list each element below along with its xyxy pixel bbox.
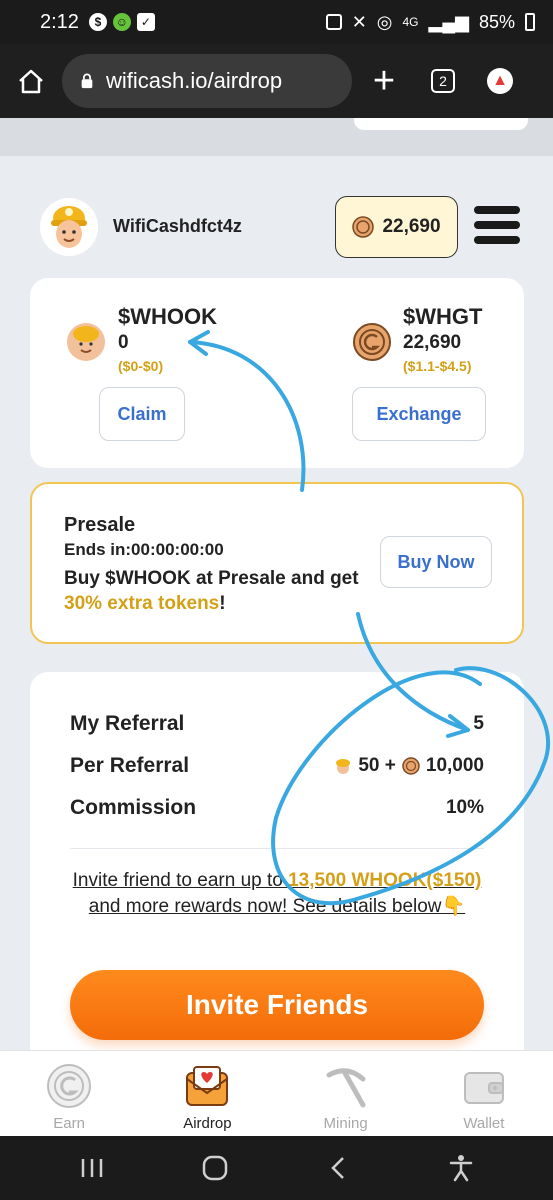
- whgt-token: $WHGT 22,690 ($1.1-$4.5): [403, 304, 482, 374]
- invite-reward: 13,500 WHOOK($150): [288, 870, 482, 891]
- network-type: 4G: [402, 15, 419, 29]
- home-system-button[interactable]: [195, 1148, 235, 1188]
- coin-icon: [352, 216, 375, 238]
- nav-earn[interactable]: Earn: [0, 1051, 138, 1136]
- tab-switcher-button[interactable]: 2: [416, 44, 470, 118]
- whgt-name: $WHGT: [403, 304, 483, 329]
- username: WifiCashdfct4z: [113, 216, 242, 236]
- per-referral-label: Per Referral: [70, 754, 190, 777]
- new-tab-button[interactable]: +: [352, 44, 416, 118]
- nav-wallet-label: Wallet: [463, 1115, 505, 1132]
- coin-g-icon: [47, 1064, 92, 1108]
- accessibility-button[interactable]: [441, 1148, 481, 1188]
- hotspot-icon: ◎: [376, 11, 393, 32]
- claim-button[interactable]: Claim: [99, 387, 185, 441]
- battery-icon: [525, 13, 535, 31]
- game-notification-icon: ☺: [112, 13, 131, 31]
- home-icon: [19, 69, 43, 94]
- per-referral-row: Per Referral 50 + 10,000: [70, 754, 484, 778]
- battery-percent: 85%: [478, 11, 515, 32]
- back-button[interactable]: [318, 1148, 358, 1188]
- bottom-nav: Earn Airdrop Mining Wallet: [0, 1050, 553, 1136]
- tab-count: 2: [431, 69, 455, 93]
- page-content: WifiCashdfct4z 22,690 $WHOOK 0 ($0-$0) $…: [0, 118, 553, 1050]
- buy-now-button[interactable]: Buy Now: [380, 536, 492, 588]
- hamburger-icon: [474, 206, 520, 214]
- status-bar: 2:12 $ ☺ ✓ ✕ ◎ 4G ▂▄▆ 85%: [0, 0, 553, 44]
- my-referral-row: My Referral 5: [70, 712, 484, 736]
- referral-card: My Referral 5 Per Referral 50 + 10,000 C…: [30, 672, 524, 1050]
- whgt-token-icon: [353, 323, 391, 361]
- update-arrow-icon: ▲: [487, 68, 513, 94]
- plus-icon: +: [372, 59, 396, 102]
- nav-mining-label: Mining: [323, 1115, 368, 1132]
- presale-card: Presale Ends in:00:00:00:00 Buy $WHOOK a…: [30, 482, 524, 644]
- wallet-icon: [463, 1072, 504, 1104]
- mute-icon: ✕: [351, 11, 367, 32]
- address-bar[interactable]: wificash.io/airdrop: [62, 54, 352, 108]
- menu-button[interactable]: [474, 206, 520, 244]
- balance-badge[interactable]: 22,690: [335, 196, 458, 258]
- nav-airdrop-label: Airdrop: [183, 1115, 232, 1132]
- status-time: 2:12: [40, 10, 79, 33]
- pickaxe-icon: [326, 1068, 366, 1108]
- my-referral-label: My Referral: [70, 712, 185, 735]
- whook-range: ($0-$0): [118, 358, 164, 374]
- back-chevron-icon: [331, 1157, 345, 1179]
- whook-name: $WHOOK: [118, 304, 217, 329]
- browser-toolbar: wificash.io/airdrop + 2 ▲: [0, 44, 553, 118]
- whgt-value: 22,690: [403, 332, 462, 353]
- my-referral-value: 5: [473, 713, 484, 734]
- nav-earn-label: Earn: [53, 1115, 85, 1132]
- envelope-heart-icon: [186, 1066, 229, 1106]
- system-nav-bar: [0, 1136, 553, 1200]
- recent-apps-icon: [81, 1159, 102, 1177]
- home-button[interactable]: [0, 44, 62, 118]
- presale-description: Buy $WHOOK at Presale and get 30% extra …: [64, 568, 359, 614]
- coin-icon: [402, 757, 420, 775]
- miner-avatar-icon: [51, 206, 87, 248]
- nav-airdrop[interactable]: Airdrop: [138, 1051, 276, 1136]
- app-notification-icon: $: [88, 13, 107, 31]
- commission-value: 10%: [445, 797, 484, 818]
- per-referral-whgt: 10,000: [425, 755, 484, 776]
- invite-description[interactable]: Invite friend to earn up to 13,500 WHOOK…: [70, 868, 484, 920]
- presale-bonus: 30% extra tokens: [64, 593, 220, 614]
- lock-status-icon: [325, 14, 342, 30]
- presale-title: Presale: [64, 514, 136, 536]
- point-down-icon: 👇: [441, 896, 466, 917]
- nav-mining[interactable]: Mining: [277, 1051, 415, 1136]
- per-referral-value: 50 + 10,000: [334, 755, 484, 777]
- per-referral-whook: 50 +: [358, 755, 396, 776]
- commission-label: Commission: [70, 796, 197, 819]
- recent-apps-button[interactable]: [72, 1148, 112, 1188]
- token-card: $WHOOK 0 ($0-$0) $WHGT 22,690 ($1.1-$4.5…: [30, 278, 524, 468]
- balance-value: 22,690: [382, 216, 441, 237]
- url-text: wificash.io/airdrop: [106, 68, 283, 93]
- signal-icon: ▂▄▆: [428, 11, 469, 32]
- check-notification-icon: ✓: [136, 13, 155, 31]
- avatar[interactable]: [40, 198, 98, 256]
- top-strip: [0, 118, 553, 156]
- divider: [70, 848, 484, 849]
- whook-token-icon: [67, 323, 105, 361]
- miner-icon: [336, 759, 351, 774]
- update-button[interactable]: ▲: [470, 44, 530, 118]
- accessibility-icon: [450, 1155, 473, 1182]
- invite-friends-button[interactable]: Invite Friends: [70, 970, 484, 1040]
- home-circle-icon: [202, 1155, 228, 1181]
- whook-value: 0: [118, 332, 129, 353]
- nav-wallet[interactable]: Wallet: [415, 1051, 553, 1136]
- whgt-range: ($1.1-$4.5): [403, 358, 472, 374]
- whook-token: $WHOOK 0 ($0-$0): [118, 304, 217, 374]
- exchange-button[interactable]: Exchange: [352, 387, 486, 441]
- commission-row: Commission 10%: [70, 796, 484, 820]
- presale-countdown: Ends in:00:00:00:00: [64, 540, 224, 559]
- lock-icon: [81, 73, 93, 89]
